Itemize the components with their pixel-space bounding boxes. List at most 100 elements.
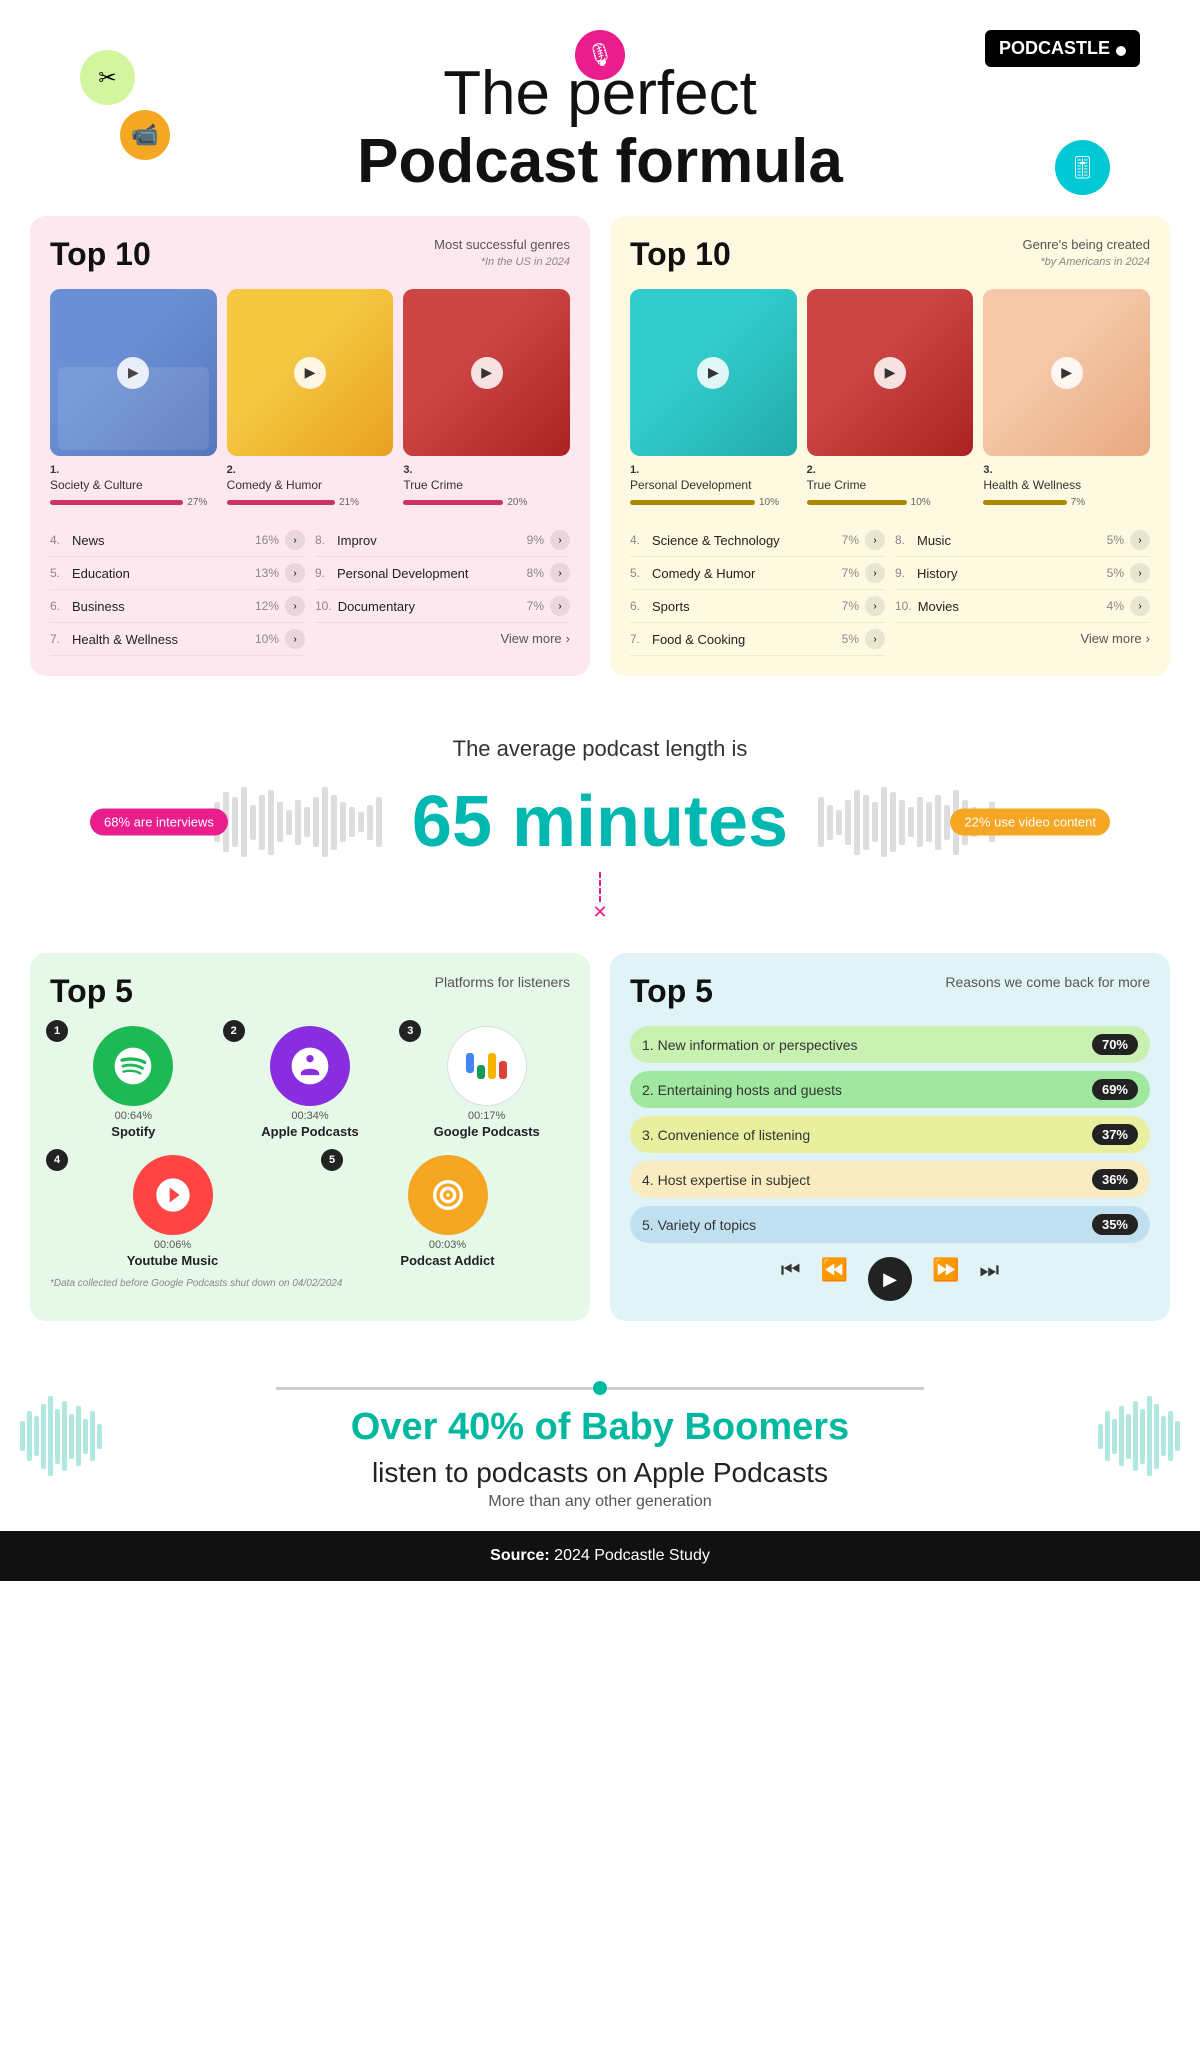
reason-pct-5: 35% [1092,1214,1138,1235]
list-item: 5. Comedy & Humor 7% › [630,557,885,590]
list-name: Improv [337,533,377,548]
list-arrow[interactable]: › [285,563,305,583]
top5-reasons-title: Top 5 [630,973,713,1010]
created-rank3-name: Health & Wellness [983,478,1081,492]
apple-podcasts-icon [288,1044,332,1088]
skip-forward-icon[interactable]: ⏩ [932,1257,959,1301]
genre-rank1-img: ▶ [50,289,217,456]
created-list-col2: 8. Music 5% › 9. History 5% › [895,524,1150,656]
top10-genres-subtitle: Most successful genres *In the US in 202… [434,236,570,270]
platform-pct: 00:34% [227,1110,394,1122]
list-item: 4. Science & Technology 7% › [630,524,885,557]
skip-back-icon[interactable]: ⏪ [821,1257,848,1301]
genre-rank2: ▶ 2.Comedy & Humor 21% [227,289,394,508]
wbar [295,800,301,845]
wbar [854,790,860,855]
view-more-created-label: View more [1080,631,1141,646]
list-arrow[interactable]: › [865,530,885,550]
line-dot [593,1381,607,1395]
platform-name: Spotify [50,1124,217,1139]
list-rank: 10. [315,599,332,613]
list-pct: 5% [1107,566,1124,580]
list-arrow[interactable]: › [550,530,570,550]
boomers-headline: Over 40% of Baby Boomers [60,1405,1140,1451]
list-name: News [72,533,105,548]
list-pct: 4% [1107,599,1124,613]
list-arrow[interactable]: › [865,596,885,616]
view-more-genres[interactable]: View more › [315,631,570,646]
mini-wave-bar [1098,1424,1103,1449]
list-pct: 10% [255,632,279,646]
list-arrow[interactable]: › [285,629,305,649]
boomers-sub: listen to podcasts on Apple Podcasts [60,1457,1140,1489]
wbar [286,810,292,835]
wbar [232,797,238,847]
page-title: The perfect Podcast formula [60,60,1140,196]
list-item-left: 6. Sports [630,599,842,614]
line-right [607,1387,924,1390]
list-arrow[interactable]: › [1130,530,1150,550]
list-pct: 12% [255,599,279,613]
wbar [322,787,328,857]
list-arrow[interactable]: › [550,596,570,616]
top5-platforms-title: Top 5 [50,973,133,1010]
apple-logo [270,1026,350,1106]
list-rank: 7. [630,632,646,646]
genre-rank2-play[interactable]: ▶ [294,357,326,389]
mini-wave-bar [1126,1414,1131,1459]
genre-rank2-img: ▶ [227,289,394,456]
list-item-left: 9. Personal Development [315,566,527,581]
mini-wave-bar [1154,1404,1159,1469]
wbar [250,805,256,840]
list-item: 6. Business 12% › [50,590,305,623]
boomers-progress-line [276,1381,924,1395]
mini-wave-bar [48,1396,53,1476]
platforms-footnote: *Data collected before Google Podcasts s… [50,1278,570,1289]
wbar [358,812,364,832]
genre-rank2-name: Comedy & Humor [227,478,322,492]
play-button[interactable]: ▶ [868,1257,912,1301]
reason-rank-3: 3. [642,1127,654,1143]
platforms-bottom2: 4 00:06% Youtube Music 5 [50,1155,570,1268]
boomers-subsub: More than any other generation [60,1493,1140,1511]
skip-back-start-icon[interactable]: ⏮ [781,1257,801,1301]
created-rank2-play[interactable]: ▶ [874,357,906,389]
reason-rank-1: 1. [642,1037,654,1053]
created-top3-row: ▶ 1.Personal Development 10% ▶ 2. [630,289,1150,508]
reason-pct-2: 69% [1092,1079,1138,1100]
created-rank1: ▶ 1.Personal Development 10% [630,289,797,508]
created-rank1-play[interactable]: ▶ [697,357,729,389]
genre-rank3-bar: 20% [403,497,570,508]
skip-forward-end-icon[interactable]: ⏭ [979,1257,999,1301]
list-arrow[interactable]: › [550,563,570,583]
view-more-created[interactable]: View more › [895,631,1150,646]
list-arrow[interactable]: › [1130,563,1150,583]
mini-wave-bar [1161,1416,1166,1456]
top5-platforms-subtitle: Platforms for listeners [435,973,570,993]
youtube-logo [133,1155,213,1235]
genre-rank3: ▶ 3.True Crime 20% [403,289,570,508]
list-arrow[interactable]: › [865,629,885,649]
title-line2: Podcast formula [60,128,1140,196]
created-rank3-play[interactable]: ▶ [1051,357,1083,389]
top5-reasons-card: Top 5 Reasons we come back for more 1. N… [610,953,1170,1321]
genre-rank3-play[interactable]: ▶ [471,357,503,389]
list-arrow[interactable]: › [1130,596,1150,616]
list-name: Comedy & Humor [652,566,755,581]
created-rank2-name: True Crime [807,478,867,492]
list-arrow[interactable]: › [285,596,305,616]
created-rank3-fill [983,500,1066,505]
mini-wave-bar [90,1411,95,1461]
genre-rank3-img: ▶ [403,289,570,456]
reason-item-2: 2. Entertaining hosts and guests 69% [630,1071,1150,1108]
mini-wave-bar [76,1406,81,1466]
list-arrow[interactable]: › [865,563,885,583]
podcastle-logo: PODCASTLE [985,30,1140,67]
list-arrow[interactable]: › [285,530,305,550]
genre-rank2-pct: 21% [339,497,359,508]
mini-wave-bar [1175,1421,1180,1451]
mini-wave-bar [69,1414,74,1459]
length-value: 65 minutes [382,781,818,863]
list-pct: 16% [255,533,279,547]
top10-genres-card: Top 10 Most successful genres *In the US… [30,216,590,676]
